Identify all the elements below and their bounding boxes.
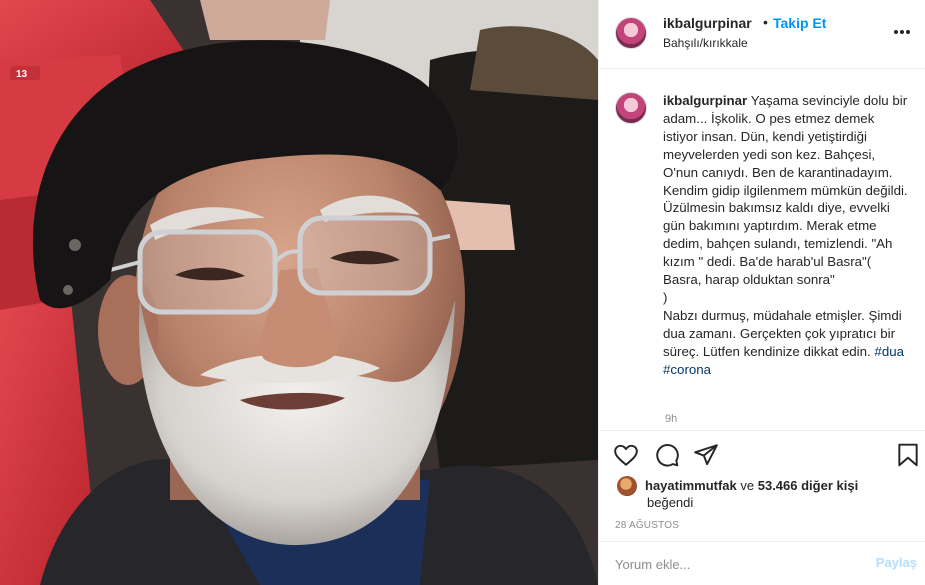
add-comment-bar: Paylaş <box>599 541 925 585</box>
post-date[interactable]: 28 AĞUSTOS <box>615 520 679 531</box>
heart-icon[interactable] <box>613 442 639 468</box>
liker-username[interactable]: hayatimmutfak <box>645 478 737 493</box>
hashtag-link[interactable]: #corona <box>663 362 711 377</box>
post-comment-button[interactable]: Paylaş <box>876 555 917 570</box>
comment-icon[interactable] <box>654 442 680 468</box>
post-location[interactable]: Bahşılı/kırıkkale <box>663 36 748 50</box>
post-header: ikbalgurpinar • Takip Et Bahşılı/kırıkka… <box>599 0 925 69</box>
hashtag-link[interactable]: #dua <box>874 344 904 359</box>
caption-username[interactable]: ikbalgurpinar <box>663 93 747 108</box>
follow-button[interactable]: Takip Et <box>773 15 826 31</box>
bookmark-icon[interactable] <box>895 442 921 468</box>
comment-input[interactable] <box>615 554 855 574</box>
author-username[interactable]: ikbalgurpinar <box>663 15 752 31</box>
likes-line: hayatimmutfak ve 53.466 diğer kişi <box>645 478 858 493</box>
caption-avatar[interactable] <box>615 92 647 124</box>
post-panel: ikbalgurpinar • Takip Et Bahşılı/kırıkka… <box>598 0 925 585</box>
follow-separator: • <box>763 14 768 30</box>
caption-text: Yaşama sevinciyle dolu bir adam... İşkol… <box>663 93 908 359</box>
liked-label: beğendi <box>647 495 694 510</box>
more-options-icon[interactable] <box>893 22 917 42</box>
caption-time[interactable]: 9h <box>665 413 677 425</box>
caption-section: ikbalgurpinar Yaşama sevinciyle dolu bir… <box>599 70 925 430</box>
post-actions: hayatimmutfak ve 53.466 diğer kişi beğen… <box>599 430 925 538</box>
post-caption: ikbalgurpinar Yaşama sevinciyle dolu bir… <box>663 92 909 379</box>
likes-connector: ve <box>740 478 755 493</box>
svg-text:13: 13 <box>16 69 28 80</box>
author-avatar[interactable] <box>615 17 647 49</box>
share-icon[interactable] <box>693 442 719 468</box>
liker-avatar[interactable] <box>617 476 637 496</box>
post-photo[interactable]: 13 <box>0 0 598 585</box>
likes-count[interactable]: 53.466 diğer kişi <box>758 478 858 493</box>
